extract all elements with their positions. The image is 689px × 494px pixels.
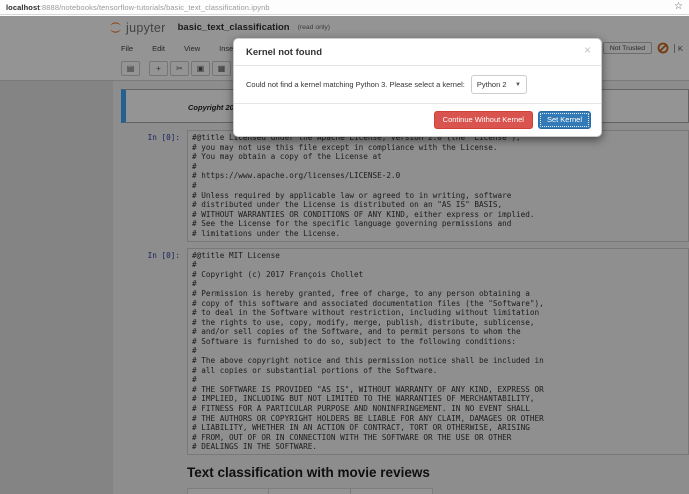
continue-without-kernel-button[interactable]: Continue Without Kernel <box>433 111 533 129</box>
dialog-footer: Continue Without Kernel Set Kernel <box>234 103 601 136</box>
dialog-title: Kernel not found <box>246 47 322 58</box>
kernel-select-value: Python 2 <box>476 80 507 89</box>
jupyter-page: jupyter basic_text_classification (read … <box>0 16 689 494</box>
kernel-not-found-dialog: Kernel not found × Could not find a kern… <box>233 38 602 137</box>
dialog-body: Could not find a kernel matching Python … <box>234 66 601 103</box>
set-kernel-button[interactable]: Set Kernel <box>537 111 591 129</box>
dialog-header: Kernel not found × <box>234 39 601 66</box>
screenshot: localhost:8888/notebooks/tensorflow-tuto… <box>0 0 689 494</box>
url-host: localhost <box>6 2 40 12</box>
chevron-down-icon: ▼ <box>514 81 521 88</box>
bookmark-star-icon[interactable]: ☆ <box>674 2 683 12</box>
url-path: :8888/notebooks/tensorflow-tutorials/bas… <box>39 2 270 12</box>
close-icon[interactable]: × <box>584 44 591 56</box>
kernel-select[interactable]: Python 2 ▼ <box>470 75 527 94</box>
url-text: localhost:8888/notebooks/tensorflow-tuto… <box>6 3 674 12</box>
dialog-message: Could not find a kernel matching Python … <box>246 80 465 89</box>
browser-address-bar[interactable]: localhost:8888/notebooks/tensorflow-tuto… <box>0 0 689 15</box>
